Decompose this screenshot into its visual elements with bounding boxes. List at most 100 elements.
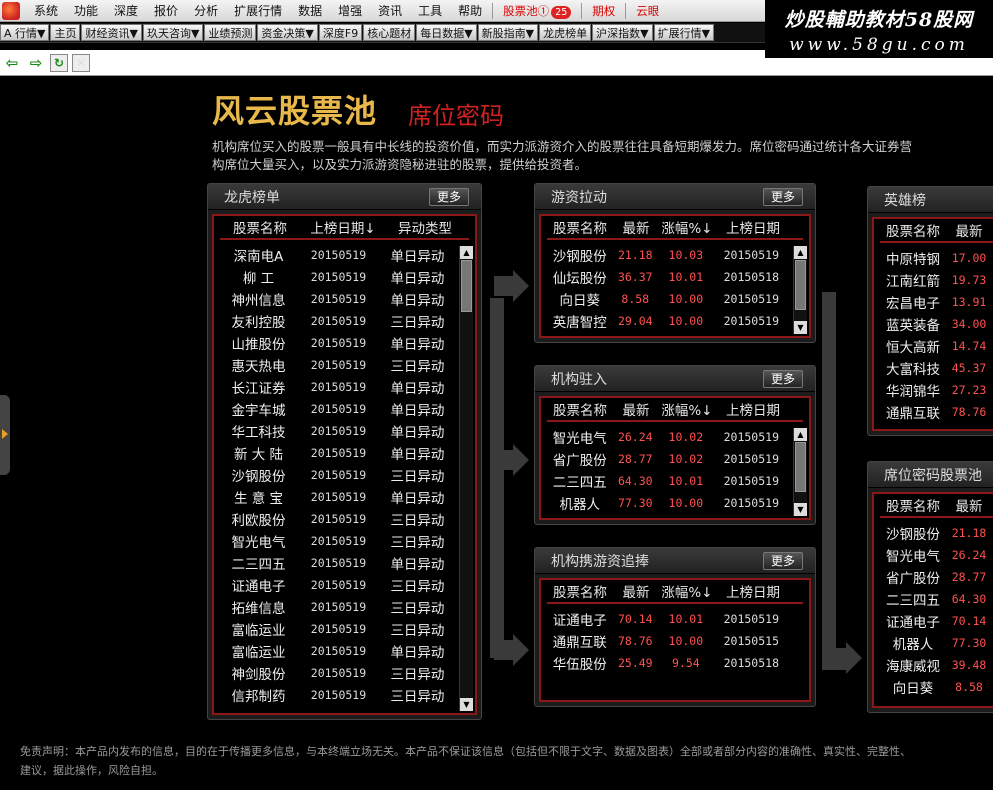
tab-ext-quote[interactable]: 扩展行情▼ [653, 24, 715, 41]
table-row[interactable]: 华伍股份 25.49 9.54 20150518 [547, 652, 789, 674]
table-row[interactable]: 证通电子 70.14 10.01 20150519 [547, 608, 789, 630]
scroll-down-icon[interactable]: ▼ [794, 503, 807, 516]
close-icon[interactable]: ✕ [72, 53, 90, 72]
menu-system[interactable]: 系统 [26, 0, 66, 22]
table-row[interactable]: 省广股份 28.77 10.02 20150519 [547, 448, 789, 470]
tab-quote[interactable]: A 行情▼ [0, 24, 50, 41]
table-row[interactable]: 二三四五 20150519 单日异动 [220, 552, 455, 574]
table-row[interactable]: 神剑股份 20150519 三日异动 [220, 662, 455, 684]
tab-finance-news[interactable]: 财经资讯▼ [81, 24, 142, 41]
col-name[interactable]: 股票名称 [880, 495, 946, 515]
col-date[interactable]: 上榜日期↓ [300, 217, 386, 237]
table-row[interactable]: 向日葵 8.58 10.00 20150519 [547, 288, 789, 310]
table-row[interactable]: 新 大 陆 20150519 单日异动 [220, 442, 455, 464]
table-row[interactable]: 金宇车城 20150519 单日异动 [220, 398, 455, 420]
table-row[interactable]: 智光电气 26.24 [880, 544, 993, 566]
table-row[interactable]: 向日葵 8.58 [880, 676, 993, 698]
col-latest[interactable]: 最新 [946, 220, 992, 240]
menu-news[interactable]: 资讯 [370, 0, 410, 22]
table-row[interactable]: 富临运业 20150519 三日异动 [220, 618, 455, 640]
menu-quote[interactable]: 报价 [146, 0, 186, 22]
table-row[interactable]: 神州信息 20150519 单日异动 [220, 288, 455, 310]
menu-ext-quote[interactable]: 扩展行情 [226, 0, 290, 22]
menu-cloud-eye[interactable]: 云眼 [628, 0, 667, 22]
menu-depth[interactable]: 深度 [106, 0, 146, 22]
scroll-down-icon[interactable]: ▼ [794, 321, 807, 334]
table-row[interactable]: 仙坛股份 36.37 10.01 20150518 [547, 266, 789, 288]
tab-ipo-guide[interactable]: 新股指南▼ [477, 24, 539, 41]
table-row[interactable]: 宏昌电子 13.91 [880, 291, 993, 313]
table-row[interactable]: 富临运业 20150519 单日异动 [220, 640, 455, 662]
col-name[interactable]: 股票名称 [220, 217, 300, 237]
col-date[interactable]: 上榜日期 [715, 217, 791, 237]
col-latest[interactable]: 最新 [946, 495, 992, 515]
table-row[interactable]: 智光电气 20150519 三日异动 [220, 530, 455, 552]
tab-core-theme[interactable]: 核心题材 [363, 24, 416, 41]
more-button[interactable]: 更多 [762, 187, 803, 206]
col-date[interactable]: 上榜日期 [715, 581, 791, 601]
table-row[interactable]: 江南红箭 19.73 [880, 269, 993, 291]
tab-depth-f9[interactable]: 深度F9 [318, 24, 363, 41]
table-row[interactable]: 通鼎互联 78.76 10.00 20150515 [547, 630, 789, 652]
col-type[interactable]: 异动类型 [386, 217, 464, 237]
table-row[interactable]: 沙钢股份 20150519 三日异动 [220, 464, 455, 486]
tab-jiutian[interactable]: 玖天咨询▼ [142, 24, 204, 41]
table-row[interactable]: 蓝英装备 34.00 [880, 313, 993, 335]
menu-tools[interactable]: 工具 [410, 0, 450, 22]
table-row[interactable]: 华工科技 20150519 单日异动 [220, 420, 455, 442]
col-latest[interactable]: 最新 [613, 581, 659, 601]
menu-options[interactable]: 期权 [584, 0, 623, 22]
table-row[interactable]: 沙钢股份 21.18 10.03 20150519 [547, 244, 789, 266]
back-arrow-icon[interactable]: ⇦ [2, 53, 22, 73]
more-button[interactable]: 更多 [762, 369, 803, 388]
table-row[interactable]: 英唐智控 29.04 10.00 20150519 [547, 310, 789, 332]
tab-home[interactable]: 主页 [50, 24, 81, 41]
scrollbar[interactable]: ▲ ▼ [793, 428, 807, 516]
table-row[interactable]: 通鼎互联 78.76 [880, 401, 993, 423]
table-row[interactable]: 机器人 77.30 10.00 20150519 [547, 492, 789, 514]
col-date[interactable]: 上榜日期 [715, 399, 791, 419]
col-change[interactable]: 涨幅%↓ [659, 581, 715, 601]
table-row[interactable]: 山推股份 20150519 单日异动 [220, 332, 455, 354]
scroll-down-icon[interactable]: ▼ [460, 698, 473, 711]
table-row[interactable]: 二三四五 64.30 [880, 588, 993, 610]
table-row[interactable]: 深南电A 20150519 单日异动 [220, 244, 455, 266]
menu-function[interactable]: 功能 [66, 0, 106, 22]
scroll-up-icon[interactable]: ▲ [794, 428, 807, 441]
col-latest[interactable]: 最新 [613, 217, 659, 237]
scroll-thumb[interactable] [461, 260, 472, 312]
table-row[interactable]: 信邦制药 20150519 三日异动 [220, 684, 455, 706]
table-row[interactable]: 友利控股 20150519 三日异动 [220, 310, 455, 332]
tab-fund-decision[interactable]: 资金决策▼ [257, 24, 318, 41]
scrollbar[interactable]: ▲ ▼ [793, 246, 807, 334]
menu-help[interactable]: 帮助 [450, 0, 490, 22]
table-row[interactable]: 拓维信息 20150519 三日异动 [220, 596, 455, 618]
table-row[interactable]: 利欧股份 20150519 三日异动 [220, 508, 455, 530]
menu-data[interactable]: 数据 [290, 0, 330, 22]
table-row[interactable]: 智光电气 26.24 10.02 20150519 [547, 426, 789, 448]
scrollbar[interactable]: ▲ ▼ [459, 246, 473, 711]
table-row[interactable]: 大富科技 45.37 [880, 357, 993, 379]
table-row[interactable]: 证通电子 70.14 [880, 610, 993, 632]
table-row[interactable]: 二三四五 64.30 10.01 20150519 [547, 470, 789, 492]
more-button[interactable]: 更多 [428, 187, 469, 206]
table-row[interactable]: 柳 工 20150519 单日异动 [220, 266, 455, 288]
table-row[interactable]: 惠天热电 20150519 三日异动 [220, 354, 455, 376]
table-row[interactable]: 恒大高新 14.74 [880, 335, 993, 357]
menu-enhance[interactable]: 增强 [330, 0, 370, 22]
table-row[interactable]: 生 意 宝 20150519 单日异动 [220, 486, 455, 508]
col-name[interactable]: 股票名称 [547, 217, 613, 237]
table-row[interactable]: 省广股份 28.77 [880, 566, 993, 588]
col-name[interactable]: 股票名称 [547, 581, 613, 601]
tab-earnings-forecast[interactable]: 业绩预测 [204, 24, 257, 41]
scroll-up-icon[interactable]: ▲ [460, 246, 473, 259]
menu-stock-pool[interactable]: 股票池① 25 [495, 0, 579, 22]
table-row[interactable]: 长江证券 20150519 单日异动 [220, 376, 455, 398]
menu-analysis[interactable]: 分析 [186, 0, 226, 22]
table-row[interactable]: 沙钢股份 21.18 [880, 522, 993, 544]
table-row[interactable]: 证通电子 20150519 三日异动 [220, 574, 455, 596]
scroll-thumb[interactable] [795, 260, 806, 310]
refresh-icon[interactable]: ↻ [50, 53, 68, 72]
table-row[interactable]: 华润锦华 27.23 [880, 379, 993, 401]
table-row[interactable]: 中原特钢 17.00 [880, 247, 993, 269]
